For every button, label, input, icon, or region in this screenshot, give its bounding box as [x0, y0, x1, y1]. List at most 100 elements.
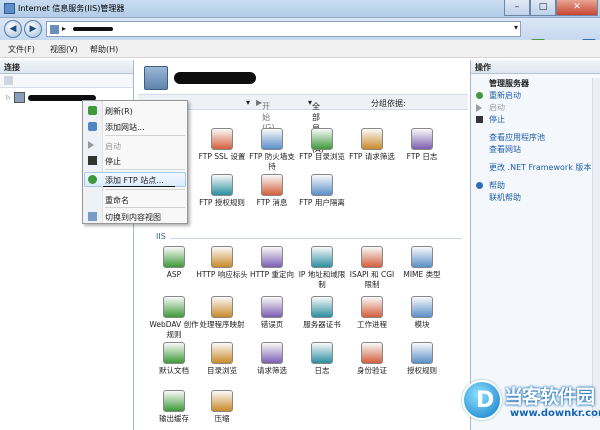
feature-label: MIME 类型	[403, 270, 441, 279]
change-net-version-action[interactable]: 更改 .NET Framework 版本	[471, 162, 600, 174]
feature-tile[interactable]: 默认文档	[148, 342, 200, 376]
feature-tile[interactable]: 模块	[396, 296, 448, 330]
breadcrumb-separator: ▸	[62, 24, 67, 33]
feature-tile[interactable]: MIME 类型	[396, 246, 448, 280]
default-document-icon	[163, 342, 185, 364]
menu-item-rename[interactable]: 重命名	[83, 192, 187, 206]
feature-tile[interactable]: 输出缓存	[148, 390, 200, 424]
connect-icon[interactable]	[4, 76, 13, 85]
feature-tile[interactable]: HTTP 重定向	[246, 246, 298, 280]
view-sites-action[interactable]: 查看网站	[471, 144, 600, 156]
feature-tile[interactable]: ASP	[148, 246, 200, 280]
feature-tile[interactable]: 压缩	[196, 390, 248, 424]
start-filter-button[interactable]: ▶ 开始(G)	[256, 98, 275, 132]
feature-tile[interactable]: 服务器证书	[296, 296, 348, 330]
expand-arrow-icon[interactable]: ▷	[6, 94, 11, 101]
downkr-logo-icon: D	[462, 380, 502, 420]
feature-tile[interactable]: FTP 请求筛选	[346, 128, 398, 162]
worker-processes-icon	[361, 296, 383, 318]
feature-tile[interactable]: WebDAV 创作规则	[148, 296, 200, 340]
feature-label: 默认文档	[159, 366, 189, 375]
feature-label: FTP 请求筛选	[349, 152, 395, 161]
feature-label: 工作进程	[357, 320, 387, 329]
menu-item-start[interactable]: 启动	[83, 138, 187, 152]
feature-tile[interactable]: FTP 消息	[246, 174, 298, 208]
feature-tile[interactable]: FTP 日志	[396, 128, 448, 162]
section-iis-title: IIS	[156, 232, 166, 241]
start-action[interactable]: 启动	[471, 102, 600, 114]
redacted-server-name	[73, 27, 113, 31]
feature-tile[interactable]: HTTP 响应标头	[196, 246, 248, 280]
feature-label: IP 地址和域限制	[298, 270, 346, 289]
server-icon	[14, 92, 25, 103]
directory-browsing-icon	[211, 342, 233, 364]
feature-tile[interactable]: 目录浏览	[196, 342, 248, 376]
menu-item-stop[interactable]: 停止	[83, 153, 187, 167]
stop-action[interactable]: 停止	[471, 114, 600, 126]
menu-help[interactable]: 帮助(H)	[90, 44, 118, 55]
feature-tile[interactable]: 错误页	[246, 296, 298, 330]
compression-icon	[211, 390, 233, 412]
stop-label: 停止	[489, 115, 505, 124]
feature-tile[interactable]: ISAPI 和 CGI 限制	[346, 246, 398, 290]
feature-tile[interactable]: FTP 授权规则	[196, 174, 248, 208]
feature-label: FTP 防火墙支持	[249, 152, 295, 171]
view-app-pools-action[interactable]: 查看应用程序池	[471, 132, 600, 144]
help-action[interactable]: 帮助	[471, 180, 600, 192]
feature-label: HTTP 响应标头	[196, 270, 248, 279]
feature-tile[interactable]: IP 地址和域限制	[296, 246, 348, 290]
connections-toolbar	[0, 74, 133, 88]
chevron-down-icon[interactable]: ▾	[514, 23, 518, 32]
menu-item-switch-view[interactable]: 切换到内容视图	[83, 209, 187, 223]
menu-item-label: 添加 FTP 站点...	[105, 176, 164, 185]
play-icon	[476, 104, 482, 112]
menu-file[interactable]: 文件(F)	[8, 44, 35, 55]
minimize-button[interactable]: –	[504, 0, 530, 16]
feature-label: FTP 消息	[256, 198, 288, 207]
close-button[interactable]: ✕	[556, 0, 598, 16]
refresh-icon	[88, 106, 97, 115]
feature-tile[interactable]: 处理程序映射	[196, 296, 248, 330]
show-all-button[interactable]: ▾ 全部显示(A)	[308, 98, 324, 154]
feature-label: 模块	[414, 320, 430, 329]
isapi-cgi-icon	[361, 246, 383, 268]
error-pages-icon	[261, 296, 283, 318]
context-menu: 刷新(R) 添加网站... 启动 停止 添加 FTP 站点... 重命名 切换到…	[82, 100, 188, 224]
authentication-icon	[361, 342, 383, 364]
feature-label: 目录浏览	[207, 366, 237, 375]
feature-tile[interactable]: 身份验证	[346, 342, 398, 376]
mime-types-icon	[411, 246, 433, 268]
menu-item-refresh[interactable]: 刷新(R)	[83, 103, 187, 117]
request-filtering-icon	[261, 342, 283, 364]
feature-label: FTP 用户隔离	[299, 198, 345, 207]
menu-item-add-site[interactable]: 添加网站...	[83, 119, 187, 133]
feature-tile[interactable]: FTP SSL 设置	[196, 128, 248, 162]
feature-tile[interactable]: 工作进程	[346, 296, 398, 330]
menu-view[interactable]: 视图(V)	[50, 44, 78, 55]
restart-action[interactable]: 重新启动	[471, 90, 600, 102]
back-button[interactable]: ◀	[4, 20, 22, 38]
menu-item-label: 添加网站...	[105, 123, 145, 132]
menu-item-add-ftp[interactable]: 添加 FTP 站点...	[83, 172, 187, 186]
menu-separator	[105, 169, 185, 170]
restart-label: 重新启动	[489, 91, 521, 100]
filter-dropdown-icon[interactable]: ▾	[246, 98, 250, 107]
ftp-logging-icon	[411, 128, 433, 150]
online-help-action[interactable]: 联机帮助	[471, 192, 600, 204]
start-label: 启动	[489, 103, 505, 112]
feature-tile[interactable]: FTP 目录浏览	[296, 128, 348, 162]
feature-tile[interactable]: 请求筛选	[246, 342, 298, 376]
feature-tile[interactable]: 授权规则	[396, 342, 448, 376]
actions-scrollbar[interactable]	[592, 78, 600, 418]
feature-tile[interactable]: FTP 用户隔离	[296, 174, 348, 208]
server-icon	[50, 25, 59, 34]
watermark-brand: 当客软件园	[504, 386, 595, 408]
connections-title: 连接	[0, 60, 133, 74]
page-header	[144, 64, 464, 92]
maximize-button[interactable]: □	[530, 0, 556, 16]
forward-button[interactable]: ▶	[24, 20, 42, 38]
authorization-rules-icon	[411, 342, 433, 364]
feature-tile[interactable]: FTP 防火墙支持	[246, 128, 298, 172]
feature-tile[interactable]: 日志	[296, 342, 348, 376]
breadcrumb[interactable]: ▸ ▾	[46, 21, 521, 37]
